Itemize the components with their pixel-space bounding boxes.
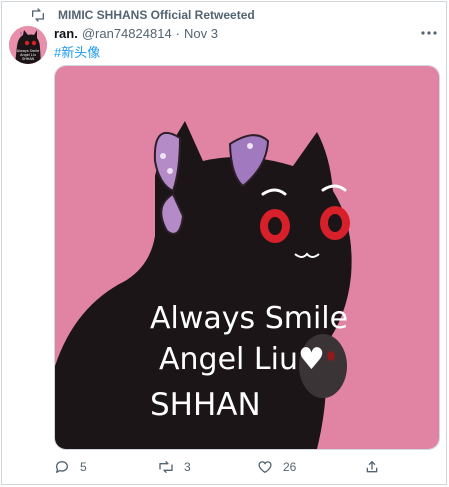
author-name[interactable]: ran. — [54, 26, 78, 41]
like-button[interactable]: 26 — [257, 457, 296, 477]
retweet-icon — [159, 461, 173, 473]
separator: · — [175, 26, 181, 41]
retweet-button[interactable]: 3 — [158, 457, 191, 477]
overlay-line-1: Always Smile — [150, 301, 348, 336]
heart-icon — [258, 461, 272, 473]
avatar-image: Always Smile Angel Liu SHHAN — [9, 26, 47, 64]
overlay-line-3: SHHAN — [150, 387, 261, 423]
tweet-header: ran. @ran74824814 · Nov 3 — [54, 26, 218, 41]
retweet-context-label[interactable]: MIMIC SHHANS Official Retweeted — [58, 8, 255, 22]
avatar[interactable]: Always Smile Angel Liu SHHAN — [9, 26, 47, 64]
timestamp[interactable]: Nov 3 — [184, 26, 218, 41]
retweet-context: MIMIC SHHANS Official Retweeted — [30, 7, 255, 23]
tweet-image[interactable]: Always Smile Angel Liu♥ SHHAN — [54, 65, 440, 450]
more-icon — [421, 31, 437, 35]
reply-count: 5 — [80, 460, 87, 474]
like-count: 26 — [283, 460, 297, 474]
reply-icon — [55, 461, 68, 473]
share-button[interactable] — [364, 457, 390, 477]
retweet-icon — [31, 8, 44, 22]
tweet-actions: 5 3 26 — [54, 457, 384, 477]
cat-illustration: Always Smile Angel Liu♥ SHHAN — [55, 66, 439, 449]
overlay-line-2: Angel Liu♥ — [159, 342, 325, 377]
reply-button[interactable]: 5 — [54, 457, 87, 477]
more-button[interactable] — [419, 25, 439, 41]
share-icon — [366, 461, 378, 473]
hashtag-link[interactable]: #新头像 — [54, 42, 100, 61]
author-handle[interactable]: @ran74824814 — [82, 26, 172, 41]
retweet-count: 3 — [184, 460, 191, 474]
avatar-text-3: SHHAN — [22, 57, 35, 61]
